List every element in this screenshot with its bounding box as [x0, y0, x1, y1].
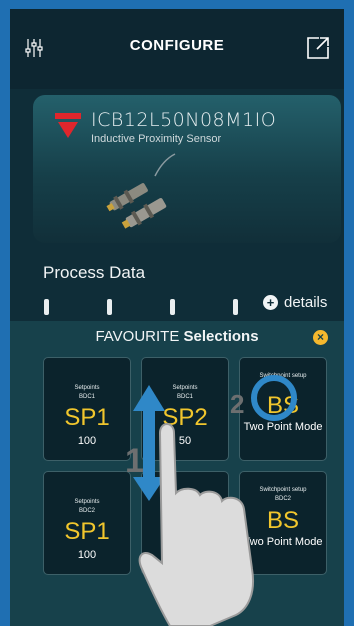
top-bar: CONFIGURE: [10, 9, 344, 89]
process-bar: [170, 299, 175, 315]
favourites-title: FAVOURITE Selections: [95, 328, 259, 345]
process-bar: [233, 299, 238, 315]
switchpoint-label: BS: [266, 392, 299, 419]
favourite-tile-bs-bdc1[interactable]: Switchpoint setup BS Two Point Mode: [239, 357, 327, 461]
switchpoint-label: BS: [266, 507, 299, 534]
device-type: Inductive Proximity Sensor: [91, 133, 222, 145]
details-button[interactable]: + details: [263, 294, 327, 311]
favourite-tile-sp2-bdc1[interactable]: Setpoints BDC1 SP2 50: [141, 357, 229, 461]
setpoint-value: 100: [77, 435, 97, 447]
switchpoint-mode: Two Point Mode: [243, 421, 323, 433]
favourite-tile-bs-bdc2[interactable]: Switchpoint setup BDC2 BS Two Point Mode: [239, 471, 327, 575]
favourite-selections-panel: FAVOURITE Selections × Setpoints BDC1 SP…: [10, 321, 344, 626]
page-title: CONFIGURE: [129, 37, 225, 54]
setpoint-label: SP2: [162, 404, 208, 431]
process-bar: [107, 299, 112, 315]
close-icon[interactable]: ×: [313, 330, 328, 345]
setpoint-label: SP1: [64, 404, 110, 431]
details-label: details: [284, 294, 328, 311]
process-data-heading: Process Data: [43, 263, 146, 282]
sensor-image: [106, 153, 176, 229]
device-name: ICB12L50N08M1IO: [91, 109, 277, 131]
setpoint-label: SP1: [64, 518, 110, 545]
favourite-tile-sp1-bdc2[interactable]: Setpoints BDC2 SP1 100: [43, 471, 131, 575]
setpoint-value: 100: [77, 549, 97, 561]
plus-icon: +: [263, 295, 278, 310]
favourite-tile-setpoint-bdc2[interactable]: Setpoints: [141, 471, 229, 575]
device-card[interactable]: ICB12L50N08M1IO Inductive Proximity Sens…: [33, 95, 341, 243]
switchpoint-mode: Two Point Mode: [243, 536, 323, 548]
process-bar: [44, 299, 49, 315]
app-frame: CONFIGURE ICB12L50N08M1IO Inductive Prox…: [0, 0, 354, 626]
setpoint-value: 50: [178, 435, 192, 447]
app-screen: CONFIGURE ICB12L50N08M1IO Inductive Prox…: [10, 9, 344, 626]
external-link-icon[interactable]: [306, 36, 330, 60]
favourite-tile-sp1-bdc1[interactable]: Setpoints BDC1 SP1 100: [43, 357, 131, 461]
brand-logo-icon: [55, 113, 81, 138]
